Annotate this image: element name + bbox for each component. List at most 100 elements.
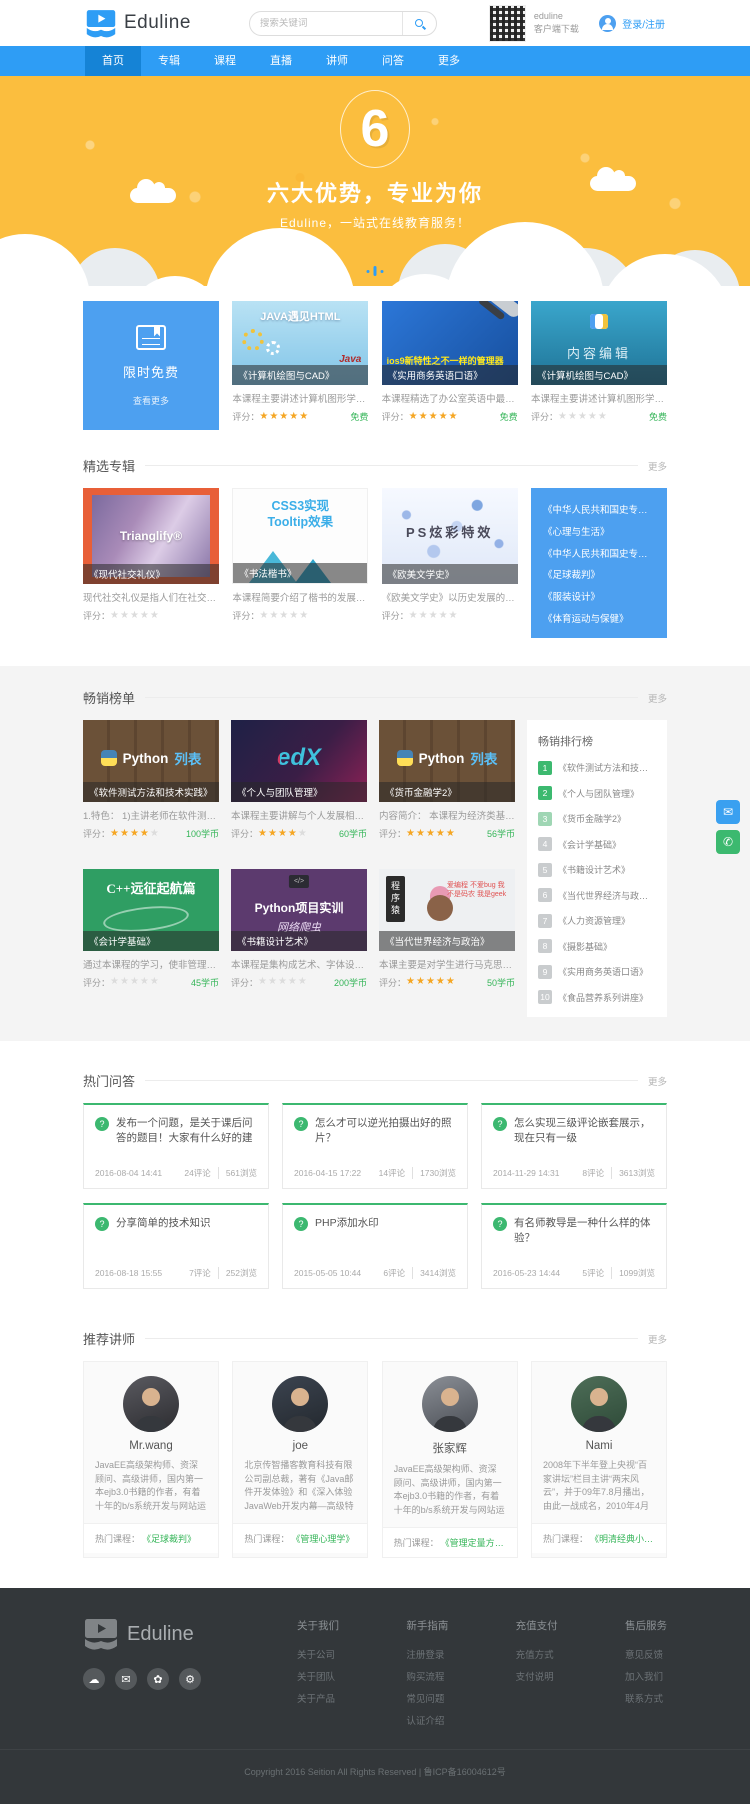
album-card[interactable]: PS炫彩特效 《欧美文学史》 《欧美文学史》以历史发展的顺序，概述.. 评分： … — [382, 488, 518, 638]
album-card[interactable]: CSS3实现 Tooltip效果 《书法楷书》 本课程简要介绍了楷书的发展历程，… — [232, 488, 368, 638]
footer-link[interactable]: 充值方式 — [516, 1647, 558, 1661]
hero-banner[interactable]: 6 六大优势，专业为你 Eduline，一站式在线教育服务！ — [0, 76, 750, 286]
ranking-item[interactable]: 4《会计学基础》 — [538, 837, 656, 851]
wechat-icon[interactable]: ✉ — [115, 1668, 137, 1690]
search-input[interactable] — [250, 18, 402, 29]
more-link[interactable]: 更多 — [648, 459, 667, 473]
site-logo[interactable]: Eduline — [85, 9, 191, 38]
apple-icon[interactable]: ✿ — [147, 1668, 169, 1690]
nav-item-lecturers[interactable]: 讲师 — [309, 46, 365, 76]
ranking-title: 畅销排行榜 — [538, 733, 656, 749]
lecturer-card[interactable]: Nami 2008年下半年登上央视“百家讲坛”栏目主讲“两宋风云”，并于09年7… — [531, 1361, 667, 1558]
album-link[interactable]: 《心理与生活》 — [543, 524, 655, 537]
more-link[interactable]: 更多 — [648, 1332, 667, 1346]
qa-card[interactable]: ? 发布一个问题，是关于课后问答的题目！大家有什么好的建议！ 2016-08-0… — [83, 1103, 269, 1189]
footer-link[interactable]: 认证介绍 — [406, 1713, 448, 1727]
hot-course-link[interactable]: 《足球裁判》 — [142, 1532, 196, 1545]
see-more-link[interactable]: 查看更多 — [133, 394, 169, 407]
ranking-item[interactable]: 1《软件测试方法和技术实践》 — [538, 761, 656, 775]
qa-comments: 14评论 — [379, 1167, 405, 1179]
footer-link[interactable]: 常见问题 — [406, 1691, 448, 1705]
course-card[interactable]: Python 列表 《软件测试方法和技术实践》 1.特色： 1)主讲老师在软件测… — [83, 720, 219, 853]
footer-link[interactable]: 联系方式 — [625, 1691, 667, 1705]
course-card[interactable]: Python 列表 《货币金融学2》 内容简介： 本课程为经济类基础课程，.. … — [379, 720, 515, 853]
course-card[interactable]: 程序猿 爱编程 不爱bug 我不是码农 我是geek 《当代世界经济与政治》 本… — [379, 869, 515, 1002]
carousel-dot[interactable] — [367, 270, 370, 273]
album-link[interactable]: 《体育运动与保健》 — [543, 611, 655, 624]
course-card[interactable]: C++远征起航篇 《会计学基础》 通过本课程的学习，使非管理类学生初.. 评分：… — [83, 869, 219, 1002]
qa-card[interactable]: ? 分享简单的技术知识 2016-08-18 15:55 7评论 252浏览 — [83, 1203, 269, 1289]
course-thumbnail: edX 《个人与团队管理》 — [231, 720, 367, 802]
hot-course-link[interactable]: 《管理心理学》 — [291, 1532, 354, 1545]
carousel-dot-active[interactable] — [374, 266, 377, 276]
qa-card[interactable]: ? 怎么才可以逆光拍摄出好的照片？ 2016-04-15 17:22 14评论 … — [282, 1103, 468, 1189]
album-card[interactable]: Trianglify® 《现代社交礼仪》 现代社交礼仪是指人们在社交交往活动过.… — [83, 488, 219, 638]
wechat-icon[interactable]: ✆ — [716, 830, 740, 854]
login-register[interactable]: 登录/注册 — [599, 15, 665, 32]
lecturer-bio: 2008年下半年登上央视“百家讲坛”栏目主讲“两宋风云”，并于09年7.8月播出… — [543, 1459, 655, 1513]
more-link[interactable]: 更多 — [648, 1074, 667, 1088]
footer-link[interactable]: 关于团队 — [297, 1669, 339, 1683]
carousel-dot[interactable] — [381, 270, 384, 273]
lecturer-name: Nami — [543, 1440, 655, 1452]
course-card[interactable]: edX 《个人与团队管理》 本课程主要讲解与个人发展相关的各种最.. 评分： ★… — [231, 720, 367, 853]
top-bar: Eduline eduline 客户端下载 登录/注册 — [0, 0, 750, 46]
footer-link[interactable]: 支付说明 — [516, 1669, 558, 1683]
nav-item-qa[interactable]: 问答 — [365, 46, 421, 76]
album-link[interactable]: 《中华人民共和国史专题》 — [543, 502, 655, 515]
course-card[interactable]: 内容编辑 《计算机绘图与CAD》 本课程主要讲述计算机图形学的历史与现.. 评分… — [531, 301, 667, 430]
featured-albums-section: 精选专辑 更多 Trianglify® 《现代社交礼仪》 现代社交礼仪是指人们在… — [83, 456, 667, 638]
ranking-item[interactable]: 10《食品营养系列讲座》 — [538, 990, 656, 1004]
message-icon[interactable]: ✉ — [716, 800, 740, 824]
rating-label: 评分： — [379, 976, 406, 989]
nav-item-albums[interactable]: 专辑 — [141, 46, 197, 76]
footer-link[interactable]: 关于公司 — [297, 1647, 339, 1661]
album-link[interactable]: 《中华人民共和国史专题》 — [543, 546, 655, 559]
album-link[interactable]: 《服装设计》 — [543, 589, 655, 602]
footer-link[interactable]: 关于产品 — [297, 1691, 339, 1705]
lecturer-card[interactable]: 张家辉 JavaEE高级架构师、资深顾问、高级讲师，国内第一本ejb3.0书籍的… — [382, 1361, 518, 1558]
rating-label: 评分： — [232, 609, 259, 622]
android-icon[interactable]: ⚙ — [179, 1668, 201, 1690]
ranking-item[interactable]: 3《货币金融学2》 — [538, 812, 656, 826]
footer-logo: Eduline — [83, 1618, 273, 1650]
ranking-item[interactable]: 7《人力资源管理》 — [538, 914, 656, 928]
course-desc: 本课程主要讲解与个人发展相关的各种最.. — [231, 808, 367, 822]
ranking-item[interactable]: 9《实用商务英语口语》 — [538, 965, 656, 979]
course-card[interactable]: JAVA遇见HTML Java 《计算机绘图与CAD》 本课程主要讲述计算机图形… — [232, 301, 368, 430]
hot-course-link[interactable]: 《管理定量方法》 — [441, 1536, 506, 1549]
nav-item-home[interactable]: 首页 — [85, 46, 141, 76]
qa-date: 2016-05-23 14:44 — [493, 1268, 560, 1278]
ranking-item[interactable]: 2《个人与团队管理》 — [538, 786, 656, 800]
ranking-item[interactable]: 5《书籍设计艺术》 — [538, 863, 656, 877]
thumbnail-text: Python — [419, 751, 465, 766]
lecturers-section: 推荐讲师 更多 Mr.wang JavaEE高级架构师、资深顾问、高级讲师，国内… — [83, 1329, 667, 1558]
album-link[interactable]: 《足球裁判》 — [543, 567, 655, 580]
ranking-item[interactable]: 8《摄影基础》 — [538, 939, 656, 953]
weibo-icon[interactable]: ☁ — [83, 1668, 105, 1690]
course-card[interactable]: </> Python项目实训 网络爬虫 《书籍设计艺术》 本课程是集构成艺术、字… — [231, 869, 367, 1002]
rank-badge: 8 — [538, 939, 552, 953]
footer-link[interactable]: 注册登录 — [406, 1647, 448, 1661]
course-price: 60学币 — [339, 827, 367, 840]
hot-course-link[interactable]: 《明清经典小说品读》 — [590, 1532, 655, 1545]
lecturer-card[interactable]: joe 北京传智播客教育科技有限公司副总裁，著有《Java邮件开发体验》和《深入… — [232, 1361, 368, 1558]
footer-link[interactable]: 加入我们 — [625, 1669, 667, 1683]
promo-title: 限时免费 — [123, 362, 179, 381]
nav-item-live[interactable]: 直播 — [253, 46, 309, 76]
ranking-item[interactable]: 6《当代世界经济与政治》 — [538, 888, 656, 902]
limited-free-promo-card[interactable]: 限时免费 查看更多 — [83, 301, 219, 430]
search-button[interactable] — [402, 12, 436, 35]
more-link[interactable]: 更多 — [648, 691, 667, 705]
lecturer-card[interactable]: Mr.wang JavaEE高级架构师、资深顾问、高级讲师，国内第一本ejb3.… — [83, 1361, 219, 1558]
qa-card[interactable]: ? 怎么实现三级评论嵌套展示，现在只有一级 2014-11-29 14:31 8… — [481, 1103, 667, 1189]
qa-card[interactable]: ? 有名师教导是一种什么样的体验？ 2016-05-23 14:44 5评论 1… — [481, 1203, 667, 1289]
hot-qa-section: 热门问答 更多 ? 发布一个问题，是关于课后问答的题目！大家有什么好的建议！ 2… — [83, 1071, 667, 1303]
nav-item-more[interactable]: 更多 — [421, 46, 477, 76]
footer-link[interactable]: 购买流程 — [406, 1669, 448, 1683]
thumbnail-text: 内容编辑 — [531, 343, 667, 362]
course-card[interactable]: ios9新特性之不一样的管理器 《实用商务英语口语》 本课程精选了办公室英语中最… — [382, 301, 518, 430]
footer-link[interactable]: 意见反馈 — [625, 1647, 667, 1661]
qa-card[interactable]: ? PHP添加水印 2015-05-05 10:44 6评论 3414浏览 — [282, 1203, 468, 1289]
nav-item-courses[interactable]: 课程 — [197, 46, 253, 76]
